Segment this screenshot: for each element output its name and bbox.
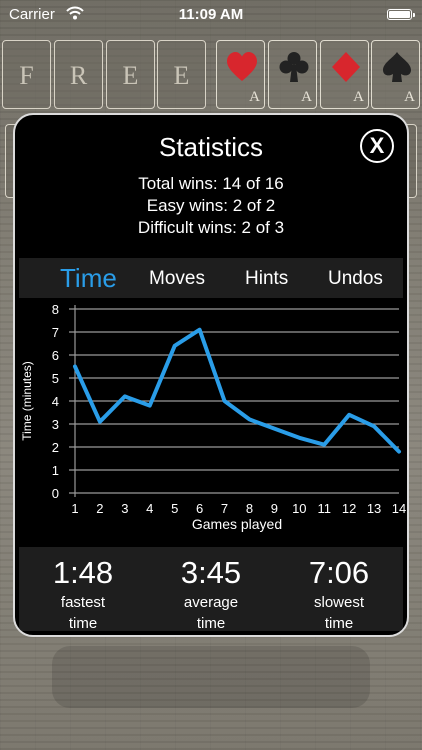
y-tick-label: 7 (52, 325, 59, 340)
stat-label: slowest (313, 594, 365, 611)
spade-icon (383, 52, 411, 82)
card-rank: A (404, 89, 415, 105)
y-tick-label: 0 (52, 486, 59, 501)
free-cell[interactable]: E (157, 40, 206, 109)
stat-value: 1:48 (52, 555, 114, 590)
club-icon (279, 52, 309, 82)
tab-hints[interactable]: Hints (245, 259, 288, 299)
y-tick-label: 5 (52, 371, 59, 386)
heart-icon (227, 52, 257, 81)
tab-time[interactable]: Time (60, 258, 117, 298)
series-line (73, 327, 401, 454)
x-tick-label: 12 (342, 501, 356, 516)
x-tick-label: 7 (221, 501, 228, 516)
foundation-spades[interactable]: A (371, 40, 420, 109)
y-tick-label: 8 (52, 302, 59, 317)
x-tick-label: 2 (96, 501, 103, 516)
x-tick-label: 4 (146, 501, 153, 516)
x-tick-label: 9 (271, 501, 278, 516)
x-tick-label: 14 (392, 501, 406, 516)
dialog-title: Statistics (158, 132, 264, 162)
slowest-time-stat: 7:06 slowest time (275, 547, 403, 633)
card-rank: A (353, 89, 364, 105)
y-axis-label: Time (minutes) (20, 361, 34, 441)
y-tick-label: 6 (52, 348, 59, 363)
x-axis-label: Games played (192, 516, 282, 532)
battery-icon (387, 9, 415, 20)
y-tick-label: 3 (52, 417, 59, 432)
foundation-diamonds[interactable]: A (320, 40, 369, 109)
y-tick-label: 2 (52, 440, 59, 455)
stat-label: fastest (60, 594, 106, 611)
stat-label: time (196, 615, 226, 632)
time-line-chart: 012345678 1 2 3 4 5 6 7 8 9 10 11 12 13 14 Time (minu… (20, 302, 406, 532)
stat-label: time (324, 615, 354, 632)
x-tick-label: 1 (71, 501, 78, 516)
stat-label: time (68, 615, 98, 632)
fastest-time-stat: 1:48 fastest time (19, 547, 147, 633)
y-tick-label: 4 (52, 394, 59, 409)
x-tick-label: 11 (317, 501, 331, 516)
diamond-icon (332, 52, 360, 82)
tab-moves[interactable]: Moves (149, 259, 205, 299)
status-time: 11:09 AM (178, 6, 244, 23)
average-time-stat: 3:45 average time (147, 547, 275, 633)
time-summary-bar: 1:48 fastest time 3:45 average time 7:06… (19, 547, 403, 633)
difficult-wins-text: Difficult wins: 2 of 3 (137, 218, 285, 237)
x-tick-label: 13 (367, 501, 381, 516)
free-cell[interactable]: R (54, 40, 103, 109)
easy-wins-text: Easy wins: 2 of 2 (146, 196, 276, 215)
foundation-hearts[interactable]: A (216, 40, 265, 109)
free-cell[interactable]: E (106, 40, 155, 109)
statistics-dialog: Statistics X Total wins: 14 of 16 Easy w… (13, 113, 409, 637)
stat-label: average (183, 594, 239, 611)
y-tick-label: 1 (52, 463, 59, 478)
tab-undos[interactable]: Undos (328, 259, 383, 299)
x-tick-label: 3 (121, 501, 128, 516)
stat-value: 7:06 (308, 555, 370, 590)
table-shadow (52, 646, 370, 708)
status-bar: Carrier 11:09 AM (0, 0, 422, 30)
free-cell[interactable]: F (2, 40, 51, 109)
win-summary: Total wins: 14 of 16 Easy wins: 2 of 2 D… (15, 173, 407, 239)
stat-value: 3:45 (180, 555, 242, 590)
foundation-clubs[interactable]: A (268, 40, 317, 109)
card-rank: A (301, 89, 312, 105)
x-tick-label: 10 (292, 501, 306, 516)
x-tick-label: 8 (246, 501, 253, 516)
card-rank: A (249, 89, 260, 105)
total-wins-text: Total wins: 14 of 16 (138, 174, 284, 193)
close-button[interactable]: X (360, 129, 394, 163)
stats-tab-bar: Time Moves Hints Undos (19, 258, 403, 298)
x-tick-label: 5 (171, 501, 178, 516)
x-tick-label: 6 (196, 501, 203, 516)
